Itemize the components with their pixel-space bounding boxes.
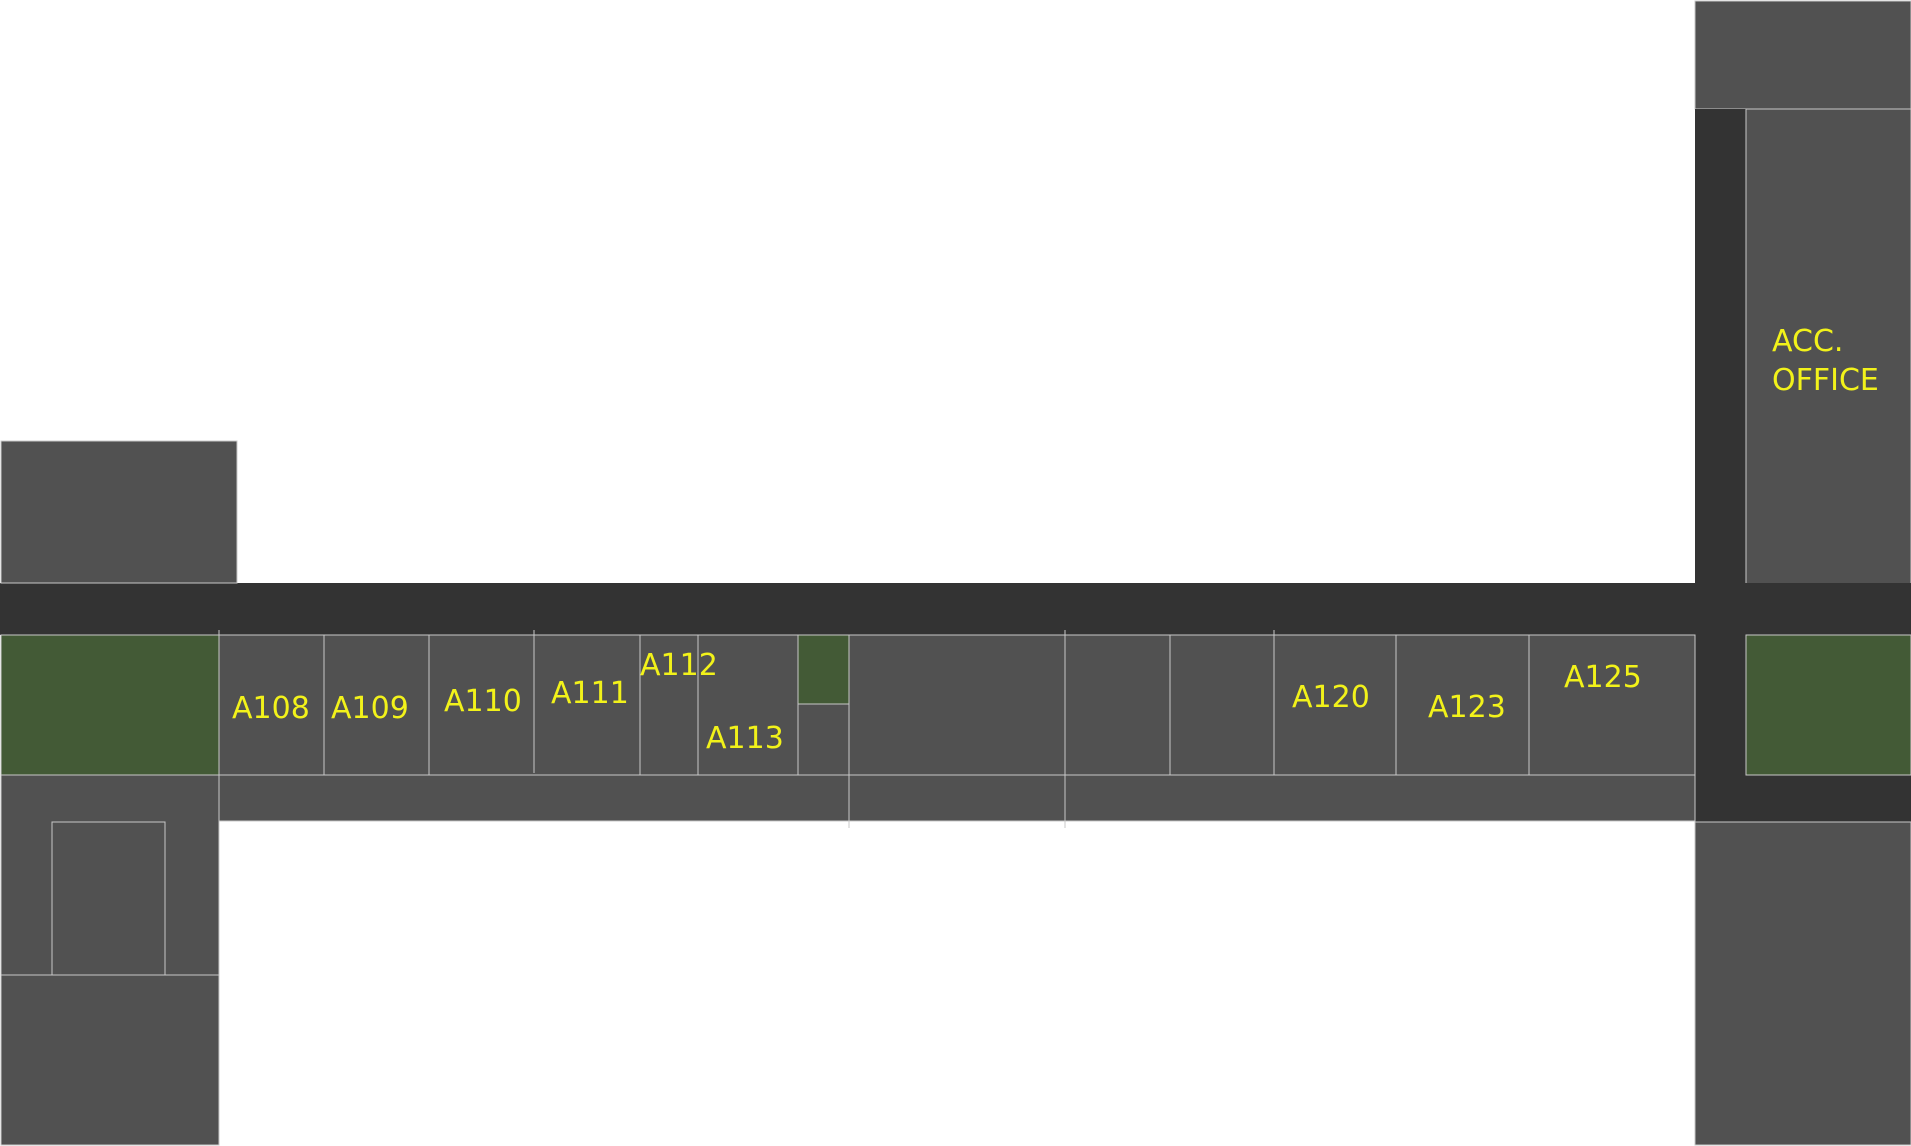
room-label-a113: A113 <box>706 721 784 756</box>
room-label-a123: A123 <box>1428 690 1506 725</box>
room-label-a125: A125 <box>1564 660 1642 695</box>
map-background <box>0 0 1911 1146</box>
corridor-main-upper-left <box>0 583 237 588</box>
room-label-acc-office-line2: OFFICE <box>1772 363 1879 398</box>
green-area-left <box>0 634 220 776</box>
room-label-acc-office-line1: ACC. <box>1772 324 1843 359</box>
room-label-a108: A108 <box>232 691 310 726</box>
room-top-right-block[interactable] <box>1694 0 1911 110</box>
green-area-small <box>797 634 850 705</box>
room-top-left-block[interactable] <box>0 440 238 584</box>
floor-plan-map: A108 A109 A110 A111 A112 A113 A120 A123 … <box>0 0 1911 1146</box>
room-label-a110: A110 <box>444 684 522 719</box>
corridor-main <box>0 583 1911 635</box>
room-lower-strip <box>218 774 1696 822</box>
green-area-right <box>1745 634 1911 776</box>
room-bottom-left-inner[interactable] <box>51 821 166 976</box>
room-label-a112: A112 <box>640 648 718 683</box>
room-label-a111: A111 <box>551 676 629 711</box>
room-label-a120: A120 <box>1292 680 1370 715</box>
room-label-a109: A109 <box>331 691 409 726</box>
room-bottom-right-block[interactable] <box>1694 821 1911 1146</box>
